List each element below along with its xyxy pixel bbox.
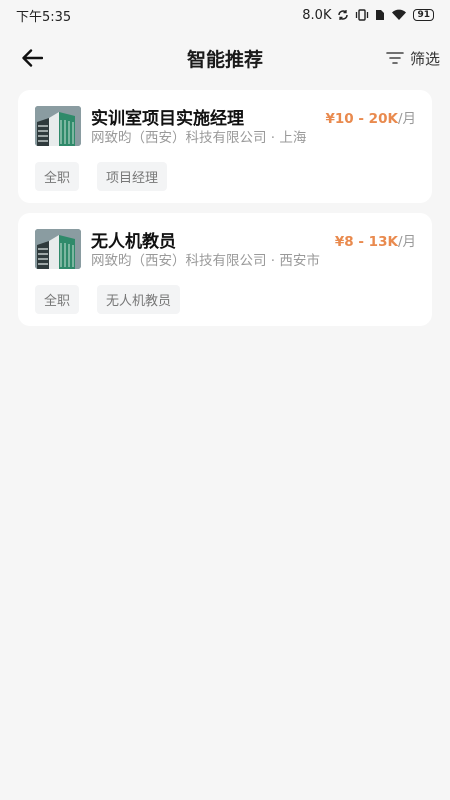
sync-icon (337, 9, 349, 21)
job-tag: 全职 (35, 285, 80, 314)
salary: ¥8 - 13K/月 (335, 230, 416, 250)
status-time: 下午5:35 (16, 9, 72, 25)
top-nav-bar: 智能推荐 筛选 (0, 38, 450, 78)
salary-unit: /月 (397, 111, 416, 127)
separator-dot: · (270, 253, 276, 269)
status-icons: 8.0K 91 (302, 8, 434, 23)
salary: ¥10 - 20K/月 (326, 107, 417, 127)
back-button[interactable] (18, 44, 46, 72)
company-logo (35, 229, 81, 269)
salary-range: ¥10 - 20K (325, 111, 398, 127)
filter-button[interactable]: 筛选 (386, 46, 440, 70)
salary-range: ¥8 - 13K (334, 234, 398, 250)
job-tags: 全职 无人机教员 (35, 285, 181, 314)
job-location: 西安市 (279, 253, 320, 269)
company-info: 网致昀（西安）科技有限公司 · 西安市 (91, 249, 320, 269)
job-location: 上海 (279, 130, 307, 146)
job-list: 实训室项目实施经理 网致昀（西安）科技有限公司 · 上海 ¥10 - 20K/月… (18, 90, 432, 336)
vibrate-icon (355, 9, 369, 21)
separator-dot: · (270, 130, 276, 146)
status-bar: 下午5:35 8.0K 91 (0, 0, 450, 30)
wifi-icon (391, 9, 407, 21)
salary-unit: /月 (397, 234, 416, 250)
company-name: 网致昀（西安）科技有限公司 (91, 130, 267, 146)
arrow-left-icon (22, 49, 43, 67)
job-card[interactable]: 实训室项目实施经理 网致昀（西安）科技有限公司 · 上海 ¥10 - 20K/月… (18, 90, 432, 203)
battery-icon: 91 (413, 9, 434, 21)
filter-label: 筛选 (409, 49, 440, 68)
job-card[interactable]: 无人机教员 网致昀（西安）科技有限公司 · 西安市 ¥8 - 13K/月 全职 … (18, 213, 432, 326)
sim-icon (375, 9, 385, 21)
company-info: 网致昀（西安）科技有限公司 · 上海 (91, 126, 306, 146)
company-name: 网致昀（西安）科技有限公司 (91, 253, 267, 269)
network-speed: 8.0K (302, 7, 332, 23)
job-tag: 全职 (35, 162, 80, 191)
company-logo (35, 106, 81, 146)
job-tags: 全职 项目经理 (35, 162, 168, 191)
page-title: 智能推荐 (186, 48, 263, 71)
job-tag: 无人机教员 (97, 285, 181, 314)
filter-icon (386, 52, 404, 64)
job-tag: 项目经理 (97, 162, 168, 191)
